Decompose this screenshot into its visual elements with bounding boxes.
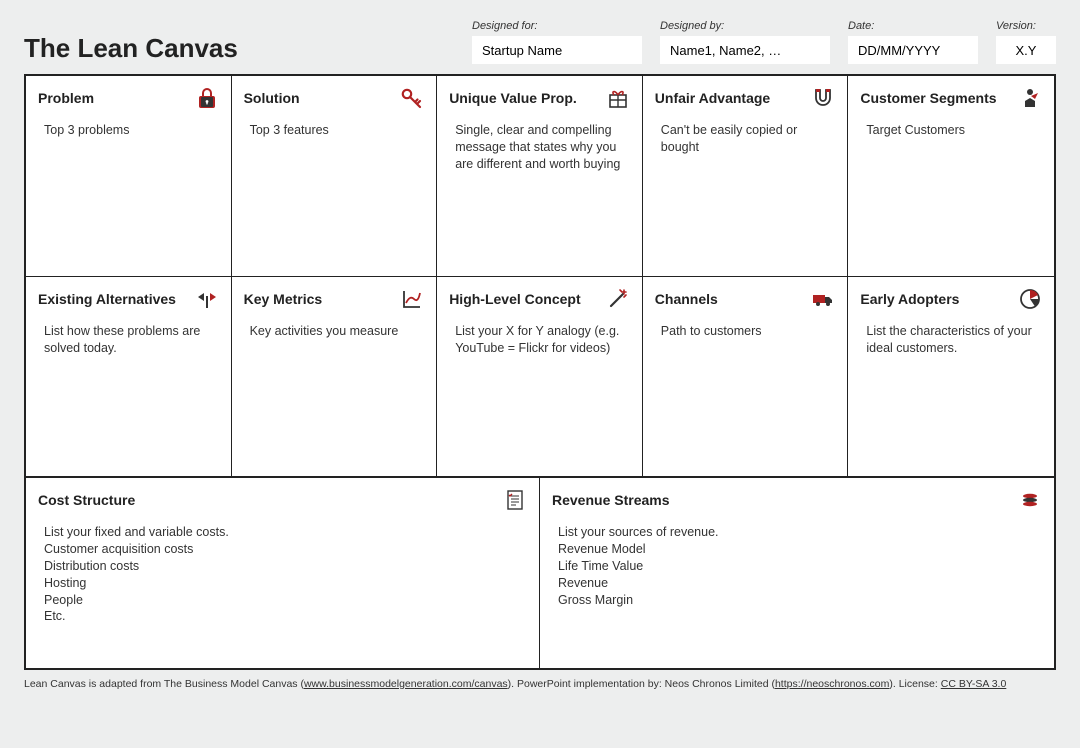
magnet-icon bbox=[811, 86, 835, 110]
body-adopters: List the characteristics of your ideal c… bbox=[860, 323, 1042, 357]
field-designed-for: Designed for: bbox=[472, 20, 642, 64]
link-neos[interactable]: https://neoschronos.com bbox=[775, 678, 889, 690]
header: The Lean Canvas Designed for: Designed b… bbox=[24, 20, 1056, 64]
body-channels: Path to customers bbox=[655, 323, 836, 340]
top-grid: Problem Top 3 problems Solution Top 3 fe… bbox=[26, 76, 1054, 478]
label-designed-for: Designed for: bbox=[472, 20, 642, 32]
bottom-grid: Cost Structure List your fixed and varia… bbox=[26, 478, 1054, 668]
footer: Lean Canvas is adapted from The Business… bbox=[24, 678, 1056, 692]
lock-icon bbox=[195, 86, 219, 110]
link-bmg[interactable]: www.businessmodelgeneration.com/canvas bbox=[304, 678, 508, 690]
cell-revenue[interactable]: Revenue Streams List your sources of rev… bbox=[540, 478, 1054, 668]
title-solution: Solution bbox=[244, 90, 300, 106]
signpost-icon bbox=[195, 287, 219, 311]
label-version: Version: bbox=[996, 20, 1056, 32]
body-concept: List your X for Y analogy (e.g. YouTube … bbox=[449, 323, 630, 357]
field-designed-by: Designed by: bbox=[660, 20, 830, 64]
link-license[interactable]: CC BY-SA 3.0 bbox=[941, 678, 1007, 690]
cell-problem[interactable]: Problem Top 3 problems bbox=[26, 76, 232, 276]
cell-adopters[interactable]: Early Adopters List the characteristics … bbox=[848, 276, 1054, 476]
title-alternatives: Existing Alternatives bbox=[38, 291, 176, 307]
field-date: Date: bbox=[848, 20, 978, 64]
body-uvp: Single, clear and compelling message tha… bbox=[449, 122, 630, 173]
chart-icon bbox=[400, 287, 424, 311]
title-uvp: Unique Value Prop. bbox=[449, 90, 577, 106]
title-metrics: Key Metrics bbox=[244, 291, 323, 307]
body-metrics: Key activities you measure bbox=[244, 323, 425, 340]
label-date: Date: bbox=[848, 20, 978, 32]
title-unfair: Unfair Advantage bbox=[655, 90, 770, 106]
person-icon bbox=[1018, 86, 1042, 110]
checklist-icon bbox=[503, 488, 527, 512]
body-cost: List your fixed and variable costs. Cust… bbox=[38, 524, 527, 625]
title-revenue: Revenue Streams bbox=[552, 492, 670, 508]
body-problem: Top 3 problems bbox=[38, 122, 219, 139]
input-version[interactable] bbox=[996, 36, 1056, 64]
body-revenue: List your sources of revenue. Revenue Mo… bbox=[552, 524, 1042, 608]
body-solution: Top 3 features bbox=[244, 122, 425, 139]
field-version: Version: bbox=[996, 20, 1056, 64]
coins-icon bbox=[1018, 488, 1042, 512]
truck-icon bbox=[811, 287, 835, 311]
input-designed-for[interactable] bbox=[472, 36, 642, 64]
title-adopters: Early Adopters bbox=[860, 291, 959, 307]
gift-icon bbox=[606, 86, 630, 110]
title-problem: Problem bbox=[38, 90, 94, 106]
wand-icon bbox=[606, 287, 630, 311]
cell-cost[interactable]: Cost Structure List your fixed and varia… bbox=[26, 478, 540, 668]
body-alternatives: List how these problems are solved today… bbox=[38, 323, 219, 357]
cell-concept[interactable]: High-Level Concept List your X for Y ana… bbox=[437, 276, 643, 476]
label-designed-by: Designed by: bbox=[660, 20, 830, 32]
body-segments: Target Customers bbox=[860, 122, 1042, 139]
body-unfair: Can't be easily copied or bought bbox=[655, 122, 836, 156]
cell-channels[interactable]: Channels Path to customers bbox=[643, 276, 849, 476]
cell-solution[interactable]: Solution Top 3 features bbox=[232, 76, 438, 276]
cell-segments[interactable]: Customer Segments Target Customers bbox=[848, 76, 1054, 276]
page-title: The Lean Canvas bbox=[24, 33, 238, 64]
title-segments: Customer Segments bbox=[860, 90, 996, 106]
canvas-grid: Problem Top 3 problems Solution Top 3 fe… bbox=[24, 74, 1056, 670]
cell-unfair[interactable]: Unfair Advantage Can't be easily copied … bbox=[643, 76, 849, 276]
title-concept: High-Level Concept bbox=[449, 291, 580, 307]
input-designed-by[interactable] bbox=[660, 36, 830, 64]
piechart-icon bbox=[1018, 287, 1042, 311]
title-channels: Channels bbox=[655, 291, 718, 307]
key-icon bbox=[400, 86, 424, 110]
cell-alternatives[interactable]: Existing Alternatives List how these pro… bbox=[26, 276, 232, 476]
cell-uvp[interactable]: Unique Value Prop. Single, clear and com… bbox=[437, 76, 643, 276]
cell-metrics[interactable]: Key Metrics Key activities you measure bbox=[232, 276, 438, 476]
title-cost: Cost Structure bbox=[38, 492, 135, 508]
input-date[interactable] bbox=[848, 36, 978, 64]
